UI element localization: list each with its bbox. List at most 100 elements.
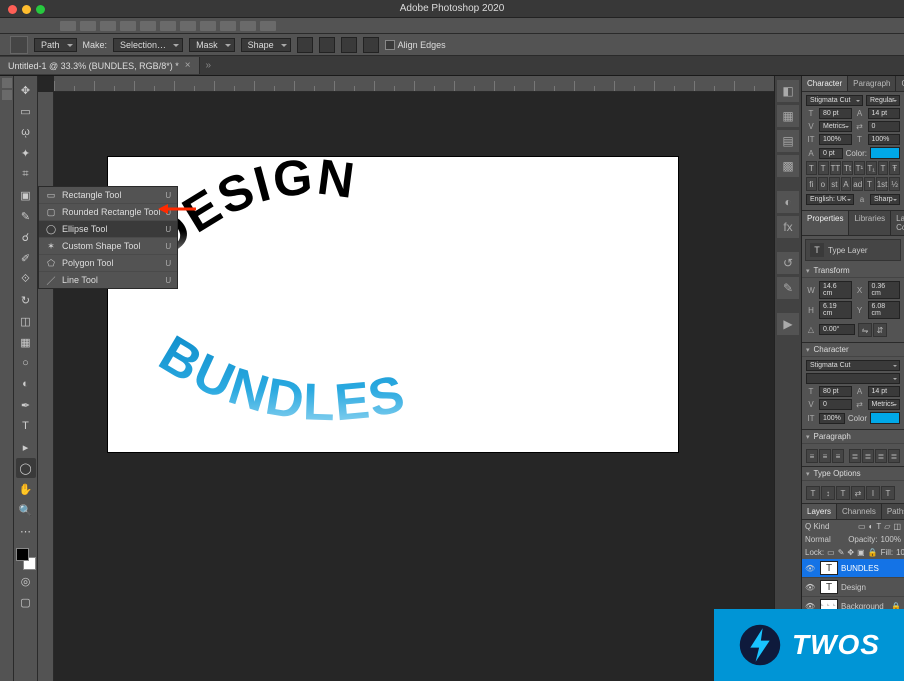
flyout-poly-tool[interactable]: ⬠Polygon ToolU [39,255,177,272]
paragraph-section[interactable]: Paragraph [802,430,904,444]
leading-field[interactable]: 14 pt [868,108,901,119]
layers-panel-tabs[interactable]: Layers Channels Paths [802,504,904,520]
color-panel-icon[interactable]: ◧ [777,80,799,102]
y-field[interactable]: 6.08 cm [868,301,901,319]
path-select-tool[interactable]: ▸ [16,437,36,457]
hscale-field[interactable]: 100% [868,134,901,145]
swatches-panel-icon[interactable]: ▦ [777,105,799,127]
screen-mode[interactable]: ▢ [16,592,36,612]
flyout-line-tool[interactable]: ／Line ToolU [39,272,177,288]
move-tool[interactable]: ✥ [16,80,36,100]
paragraph-align-buttons[interactable]: ≡≡≡≣≣≣≣ [806,449,900,463]
tracking-field[interactable]: 0 [868,121,901,132]
make-selection-button[interactable]: Selection… [113,38,183,52]
kerning-select[interactable]: Metrics [819,121,852,132]
type-tool[interactable]: T [16,416,36,436]
text-color-swatch[interactable] [870,147,900,159]
type-style-buttons[interactable]: TTTTTtT¹T₁TŦ [806,161,900,175]
properties-panel-tabs[interactable]: Properties Libraries Layer Comps [802,211,904,236]
tool-mode-select[interactable]: Path [34,38,77,52]
shape-tool[interactable]: ◯ [16,458,36,478]
opacity-field[interactable]: 100% [881,535,901,544]
color-swatches[interactable] [16,548,36,570]
flip-h-icon[interactable]: ⇋ [858,323,872,337]
eyedropper-tool[interactable]: ✎ [16,206,36,226]
gradient-panel-icon[interactable]: ▤ [777,130,799,152]
zoom-tool[interactable]: 🔍 [16,500,36,520]
baseline-field[interactable]: 0 pt [819,148,843,159]
prop-font-select[interactable]: Stigmata Cut [806,360,900,371]
ruler-vertical[interactable] [38,92,54,681]
layer-row[interactable]: 👁TDesign [802,578,904,597]
stamp-tool[interactable]: ⟐ [16,269,36,289]
tab-character[interactable]: Character [802,76,848,91]
styles-panel-icon[interactable]: fx [777,216,799,238]
prop-tracking-field[interactable]: 0 [819,399,852,410]
vscale-field[interactable]: 100% [819,134,852,145]
layer-row[interactable]: 👁TBUNDLES [802,559,904,578]
make-mask-button[interactable]: Mask [189,38,235,52]
gradient-tool[interactable]: ▦ [16,332,36,352]
heal-tool[interactable]: ☌ [16,227,36,247]
make-shape-button[interactable]: Shape [241,38,291,52]
transform-section[interactable]: Transform [802,264,904,278]
close-tab-icon[interactable]: × [185,60,191,71]
blur-tool[interactable]: ○ [16,353,36,373]
opentype-buttons[interactable]: fiostAadT1st½ [806,177,900,191]
lasso-tool[interactable]: ῳ [16,122,36,142]
wand-tool[interactable]: ✦ [16,143,36,163]
layer-filter-select[interactable]: Q Kind [805,522,855,531]
typeoptions-buttons[interactable]: T↕T⇄IT [806,486,900,500]
prop-leading-field[interactable]: 14 pt [868,386,901,397]
comments-panel-icon[interactable]: ✎ [777,277,799,299]
flyout-ellipse-tool[interactable]: ◯Ellipse ToolU [39,221,177,238]
path-arrange[interactable] [341,37,357,53]
font-style-select[interactable]: Regular [866,95,900,106]
tab-overflow-icon[interactable]: » [200,60,218,71]
ruler-horizontal[interactable]: 0246810121416182022242628303234 [54,76,774,92]
prop-color-swatch[interactable] [870,412,900,424]
active-tool-icon[interactable] [10,36,28,54]
x-field[interactable]: 0.36 cm [868,281,901,299]
tab-channels[interactable]: Channels [837,504,882,519]
prop-kerning-field[interactable]: Metrics [868,399,901,410]
width-field[interactable]: 14.6 cm [819,281,852,299]
dodge-tool[interactable]: ◐ [16,374,36,394]
eraser-tool[interactable]: ◫ [16,311,36,331]
eye-icon[interactable]: 👁 [805,583,817,592]
fill-field[interactable]: 100% [896,548,904,557]
height-field[interactable]: 6.19 cm [819,301,852,319]
window-controls[interactable] [8,5,45,14]
path-align[interactable] [319,37,335,53]
hand-tool[interactable]: ✋ [16,479,36,499]
history-panel-icon[interactable]: ↺ [777,252,799,274]
tab-properties[interactable]: Properties [802,211,849,235]
lang-select[interactable]: English: UK [806,194,854,205]
tab-layercomps[interactable]: Layer Comps [891,211,904,235]
blend-mode-select[interactable]: Normal [805,535,845,544]
flyout-rect-tool[interactable]: ▭Rectangle ToolU [39,187,177,204]
prop-style-select[interactable] [806,373,900,384]
tab-paths[interactable]: Paths [882,504,904,519]
tab-layers[interactable]: Layers [802,504,837,519]
marquee-tool[interactable]: ▭ [16,101,36,121]
antialias-select[interactable]: Sharp [870,194,900,205]
eye-icon[interactable]: 👁 [805,564,817,573]
tab-libraries[interactable]: Libraries [849,211,891,235]
flip-v-icon[interactable]: ⇵ [873,323,887,337]
typeoptions-section[interactable]: Type Options [802,467,904,481]
flyout-custom-tool[interactable]: ✶Custom Shape ToolU [39,238,177,255]
menubar[interactable] [0,18,904,34]
character-panel-tabs[interactable]: Character Paragraph Glyphs [802,76,904,92]
adjustments-panel-icon[interactable]: ◐ [777,191,799,213]
pattern-panel-icon[interactable]: ▩ [777,155,799,177]
pen-tool[interactable]: ✒ [16,395,36,415]
history-brush-tool[interactable]: ↻ [16,290,36,310]
prop-size-field[interactable]: 80 pt [819,386,852,397]
font-size-field[interactable]: 80 pt [819,108,852,119]
quick-mask[interactable]: ◎ [16,571,36,591]
actions-panel-icon[interactable]: ▶ [777,313,799,335]
angle-field[interactable]: 0.00° [819,324,855,335]
flyout-rrect-tool[interactable]: ▢Rounded Rectangle ToolU [39,204,177,221]
frame-tool[interactable]: ▣ [16,185,36,205]
